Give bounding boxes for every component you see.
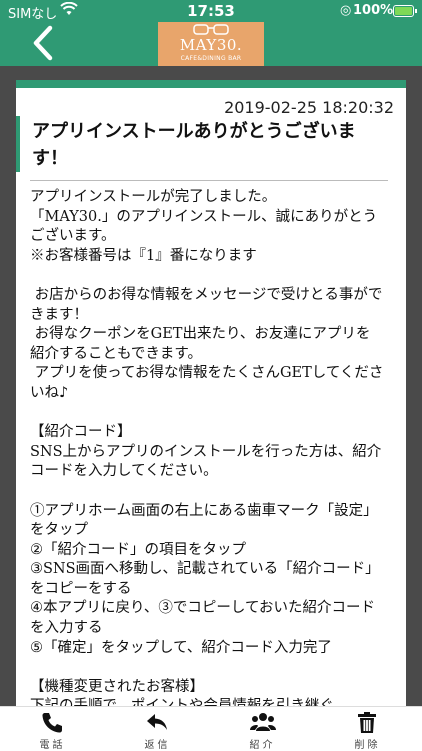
phone-icon bbox=[42, 713, 62, 733]
message-title: アプリインストールありがとうございます！ bbox=[32, 121, 356, 169]
tab-phone-label: 電話 bbox=[39, 740, 66, 751]
battery-percent: 100% bbox=[353, 3, 394, 18]
battery-icon bbox=[393, 5, 417, 17]
tab-delete-label: 削除 bbox=[354, 740, 381, 751]
title-accent bbox=[16, 116, 20, 172]
tab-phone[interactable]: 電話 bbox=[0, 707, 105, 751]
message-card: 2019-02-25 18:20:32 アプリインストールありがとうございます！… bbox=[16, 80, 406, 708]
brand-logo: MAY30. CAFE&DINING BAR bbox=[158, 22, 264, 66]
bottom-toolbar: 電話 返信 紹介 削除 bbox=[0, 706, 422, 751]
divider bbox=[30, 180, 388, 181]
status-bar: SIMなし 17:53 ◎ 100% bbox=[0, 0, 422, 22]
tab-reply[interactable]: 返信 bbox=[105, 707, 210, 751]
tab-delete[interactable]: 削除 bbox=[315, 707, 420, 751]
reply-icon bbox=[147, 714, 167, 730]
tab-reply-label: 返信 bbox=[144, 740, 171, 751]
users-icon bbox=[250, 713, 276, 731]
tab-invite[interactable]: 紹介 bbox=[210, 707, 315, 751]
header-bar: SIMなし 17:53 ◎ 100% MAY30. CAFE&DINING BA… bbox=[0, 0, 422, 66]
chevron-left-icon bbox=[33, 25, 53, 61]
tab-invite-label: 紹介 bbox=[249, 740, 276, 751]
logo-subtitle: CAFE&DINING BAR bbox=[180, 55, 242, 62]
logo-name: MAY30. bbox=[179, 36, 243, 54]
message-date: 2019-02-25 18:20:32 bbox=[224, 98, 394, 117]
glasses-icon bbox=[193, 24, 229, 35]
battery-fill bbox=[395, 7, 412, 15]
rotation-lock-icon: ◎ bbox=[340, 3, 352, 18]
trash-icon bbox=[358, 712, 376, 733]
back-button[interactable] bbox=[28, 24, 62, 62]
message-body: アプリインストールが完了しました。 「MAY30.」のアプリインストール、誠にあ… bbox=[30, 189, 384, 708]
